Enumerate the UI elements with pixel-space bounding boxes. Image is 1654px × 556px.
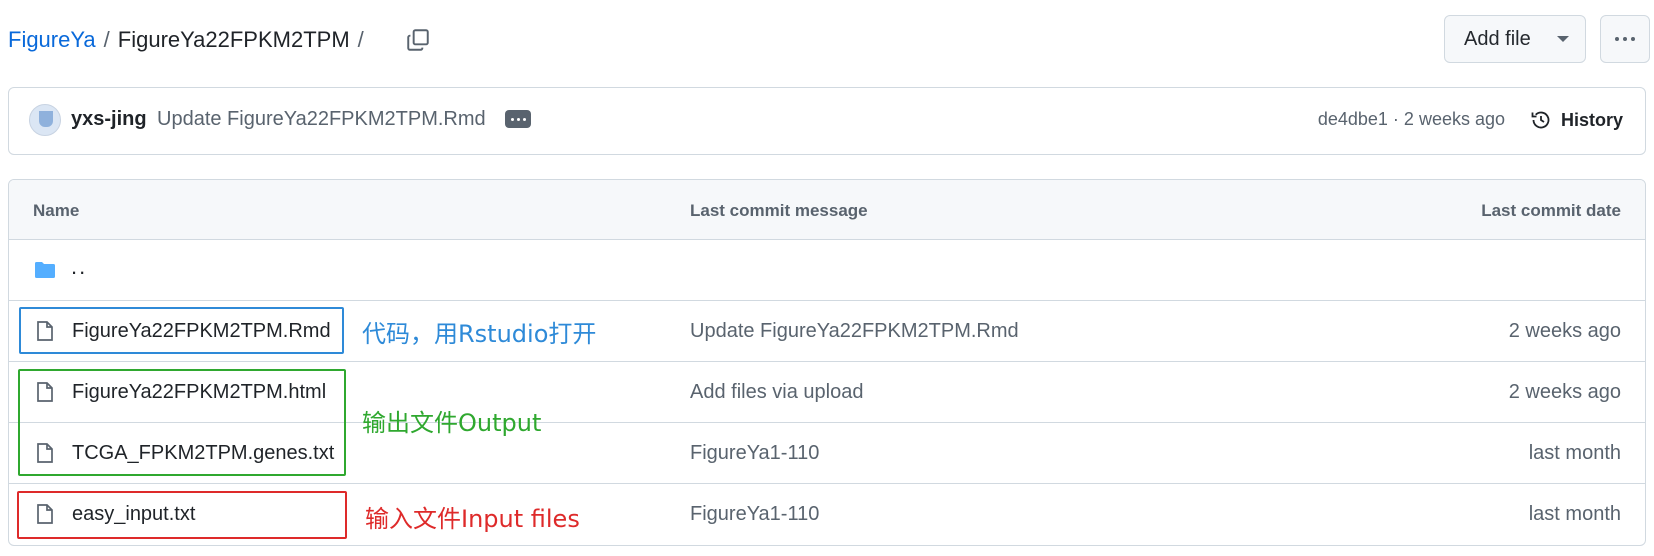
file-icon — [37, 443, 53, 463]
code-annotation-label: 代码，用Rstudio打开 — [362, 320, 597, 348]
table-row[interactable]: FigureYa22FPKM2TPM.html Add files via up… — [9, 362, 1645, 423]
commit-date: 2 weeks ago — [1508, 320, 1621, 342]
column-header-date: Last commit date — [1481, 201, 1621, 220]
breadcrumb: FigureYa / FigureYa22FPKM2TPM / — [8, 22, 372, 58]
add-file-label: Add file — [1464, 27, 1531, 50]
file-name-link[interactable]: TCGA_FPKM2TPM.genes.txt — [72, 442, 334, 465]
copy-path-button[interactable] — [402, 24, 434, 56]
history-icon — [1531, 111, 1550, 129]
kebab-horizontal-icon — [1615, 37, 1635, 41]
folder-icon — [35, 262, 55, 278]
breadcrumb-repo-link[interactable]: FigureYa — [8, 27, 96, 53]
file-name-link[interactable]: FigureYa22FPKM2TPM.html — [72, 381, 326, 404]
commit-message-link[interactable]: FigureYa1-110 — [690, 442, 819, 465]
file-icon — [37, 382, 53, 402]
avatar[interactable] — [29, 104, 61, 136]
table-row[interactable]: TCGA_FPKM2TPM.genes.txt FigureYa1-110 la… — [9, 423, 1645, 484]
commit-message-link[interactable]: Update FigureYa22FPKM2TPM.Rmd — [157, 108, 486, 131]
history-button[interactable]: History — [1529, 103, 1623, 137]
expand-commit-button[interactable] — [505, 110, 531, 128]
latest-commit-bar: yxs-jing Update FigureYa22FPKM2TPM.Rmd d… — [8, 87, 1646, 155]
caret-down-icon — [1557, 36, 1569, 42]
commit-date: 2 weeks ago — [1508, 381, 1621, 403]
parent-directory-row[interactable]: .. — [9, 240, 1645, 301]
breadcrumb-trailing-separator: / — [357, 27, 364, 52]
commit-message-link[interactable]: FigureYa1-110 — [690, 503, 819, 526]
more-options-button[interactable] — [1600, 15, 1650, 63]
commit-message-link[interactable]: Update FigureYa22FPKM2TPM.Rmd — [690, 320, 1019, 343]
table-row[interactable]: FigureYa22FPKM2TPM.Rmd Update FigureYa22… — [9, 301, 1645, 362]
commit-hash-time[interactable]: de4dbe1 · 2 weeks ago — [1318, 109, 1505, 130]
table-header: Name Last commit message Last commit dat… — [9, 180, 1645, 240]
commit-date: last month — [1528, 503, 1621, 525]
breadcrumb-current-folder: FigureYa22FPKM2TPM — [117, 27, 350, 52]
output-annotation-label: 输出文件Output — [362, 409, 542, 437]
breadcrumb-separator: / — [103, 27, 110, 52]
commit-author-link[interactable]: yxs-jing — [71, 108, 147, 131]
file-icon — [37, 321, 53, 341]
input-annotation-label: 输入文件Input files — [365, 505, 580, 533]
copy-icon — [407, 29, 429, 51]
file-icon — [37, 504, 53, 524]
add-file-button[interactable]: Add file — [1444, 15, 1586, 63]
column-header-message: Last commit message — [690, 201, 868, 220]
commit-message-link[interactable]: Add files via upload — [690, 381, 863, 404]
file-table: Name Last commit message Last commit dat… — [8, 179, 1646, 546]
commit-date: last month — [1528, 442, 1621, 464]
history-label: History — [1560, 109, 1623, 130]
column-header-name: Name — [33, 201, 80, 220]
parent-directory-link[interactable]: .. — [71, 254, 87, 280]
file-name-link[interactable]: FigureYa22FPKM2TPM.Rmd — [72, 320, 331, 343]
table-row[interactable]: easy_input.txt FigureYa1-110 last month — [9, 484, 1645, 545]
file-name-link[interactable]: easy_input.txt — [72, 503, 195, 526]
